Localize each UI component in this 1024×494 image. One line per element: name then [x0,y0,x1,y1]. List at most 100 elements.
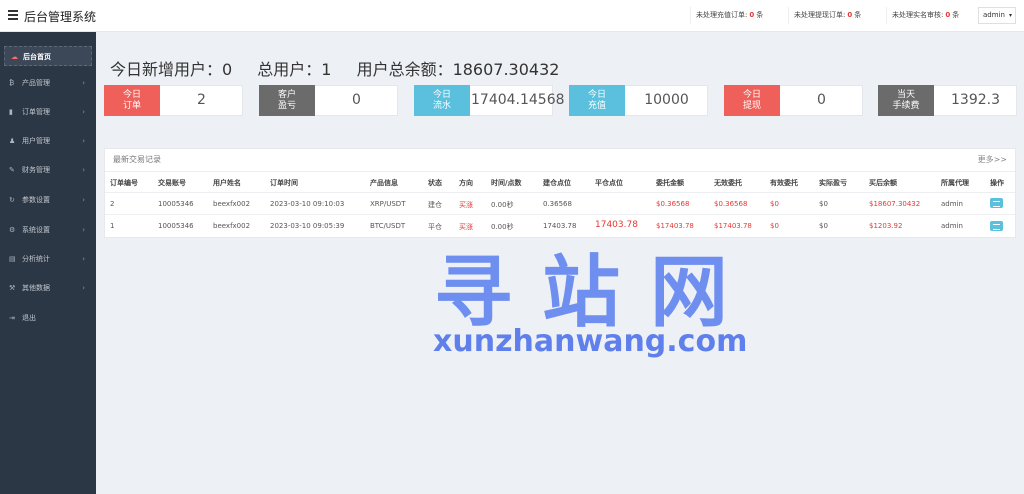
chevron-down-icon: ▾ [1008,12,1012,19]
finance-icon: ✎ [9,166,15,174]
stat-value: 0 [352,92,361,108]
other-data-icon: ⚒ [9,284,16,292]
chevron-right-icon: › [82,108,85,116]
column-header: 建仓点位 [543,179,571,187]
stat-card-today-orders: 今日 订单 2 [104,85,243,116]
home-icon: ☁ [11,53,18,61]
system-icon: ⚙ [9,226,16,234]
recent-trades-panel: 最新交易记录 更多>> 订单编号 交易账号 用户姓名 订单时间 产品信息 状态 … [104,148,1016,238]
table-cell: 2 [110,200,115,208]
stat-value: 1392.3 [951,92,1000,108]
column-header: 订单时间 [270,179,298,187]
column-header: 状态 [428,179,442,187]
sidebar-item-finance[interactable]: ✎ 财务管理 › [0,157,96,183]
table-cell: $0 [770,200,779,208]
table-cell: $18607.30432 [869,200,921,208]
menu-toggle-icon[interactable] [8,10,18,20]
stat-badge: 当天 手续费 [878,85,934,116]
sidebar-item-logout[interactable]: ⇥ 退出 [0,305,96,331]
table-cell: beexfx002 [213,222,251,230]
product-icon: ₿ [9,79,15,87]
sidebar-item-users[interactable]: ♟ 用户管理 › [0,128,96,154]
table-cell: XRP/USDT [370,200,406,208]
chevron-right-icon: › [82,226,85,234]
sidebar-item-system[interactable]: ⚙ 系统设置 › [0,217,96,243]
user-menu-dropdown[interactable]: admin ▾ [978,7,1016,24]
stat-badge: 今日 流水 [414,85,470,116]
stat-card-today-withdraw: 今日 提现 0 [724,85,863,116]
params-icon: ↻ [9,196,15,204]
table-cell: 10005346 [158,222,194,230]
stat-card-today-turnover: 今日 流水 17404.14568 [414,85,565,116]
column-header: 交易账号 [158,179,186,187]
top-bar: 后台管理系统 未处理充值订单: 0 条 未处理提现订单: 0 条 未处理实名审核: 0 条 … [0,0,1024,32]
table-cell: 0.00秒 [491,201,514,209]
total-user-balance: 用户总余额：18607.30432 [356,60,560,79]
divider [105,171,1015,172]
table-cell: $17403.78 [714,222,752,230]
sidebar-item-orders[interactable]: ▮ 订单管理 › [0,99,96,125]
more-link[interactable]: 更多>> [978,154,1007,165]
sidebar-item-home[interactable]: ☁ 后台首页 [4,46,92,66]
table-cell: $0 [819,222,828,230]
sidebar-item-other-data[interactable]: ⚒ 其他数据 › [0,275,96,301]
chevron-right-icon: › [82,137,85,145]
stat-card-client-pnl: 客户 盈亏 0 [259,85,398,116]
chevron-right-icon: › [82,79,85,87]
table-cell: beexfx002 [213,200,251,208]
column-header: 产品信息 [370,179,398,187]
summary-stats: 今日新增用户：0 总用户：1 用户总余额：18607.30432 [110,56,579,80]
divider [105,192,1015,193]
panel-title: 最新交易记录 [113,155,161,164]
sidebar: ☁ 后台首页 ₿ 产品管理 › ▮ 订单管理 › ♟ 用户管理 › ✎ 财务管理… [0,32,96,494]
table-cell: admin [941,200,963,208]
pending-recharge-orders[interactable]: 未处理充值订单: 0 条 [690,7,763,24]
stat-badge: 客户 盈亏 [259,85,315,116]
pending-kyc-review[interactable]: 未处理实名审核: 0 条 [886,7,959,24]
table-cell: 17403.78 [595,220,638,230]
sidebar-item-stats[interactable]: ▤ 分析统计 › [0,246,96,272]
column-header: 方向 [459,179,473,187]
table-cell: $0 [770,222,779,230]
chevron-right-icon: › [82,196,85,204]
stat-badge: 今日 订单 [104,85,160,116]
sidebar-item-params[interactable]: ↻ 参数设置 › [0,187,96,213]
table-cell: $0 [819,200,828,208]
table-cell: $17403.78 [656,222,694,230]
chevron-right-icon: › [82,166,85,174]
order-icon: ▮ [9,108,13,116]
stat-value: 2 [197,92,206,108]
column-header: 平仓点位 [595,179,623,187]
divider [105,214,1015,215]
column-header: 用户姓名 [213,179,241,187]
table-cell: 建仓 [428,201,442,209]
sidebar-item-products[interactable]: ₿ 产品管理 › [0,70,96,96]
column-header: 操作 [990,179,1004,187]
app-title: 后台管理系统 [24,10,97,24]
table-cell: $0.36568 [714,200,748,208]
stat-value: 10000 [644,92,689,108]
column-header: 订单编号 [110,179,138,187]
column-header: 所属代理 [941,179,969,187]
column-header: 时间/点数 [491,179,522,187]
stat-value: 17404.14568 [471,92,565,108]
table-cell: BTC/USDT [370,222,406,230]
table-cell: 2023-03-10 09:10:03 [270,200,345,208]
table-cell: 2023-03-10 09:05:39 [270,222,345,230]
stat-badge: 今日 提现 [724,85,780,116]
stat-card-daily-fees: 当天 手续费 1392.3 [878,85,1017,116]
view-order-button[interactable] [990,198,1003,208]
stat-card-today-recharge: 今日 充值 10000 [569,85,708,116]
table-cell: 0.36568 [543,200,572,208]
stat-badge: 今日 充值 [569,85,625,116]
column-header: 委托金额 [656,179,684,187]
column-header: 有效委托 [770,179,798,187]
logout-icon: ⇥ [9,314,15,322]
pending-withdraw-orders[interactable]: 未处理提现订单: 0 条 [788,7,861,24]
direction-badge: 买涨 [459,201,473,209]
new-users-today: 今日新增用户：0 [110,60,233,79]
view-order-button[interactable] [990,221,1003,231]
table-cell: 17403.78 [543,222,577,230]
column-header: 买后余额 [869,179,897,187]
chevron-right-icon: › [82,284,85,292]
